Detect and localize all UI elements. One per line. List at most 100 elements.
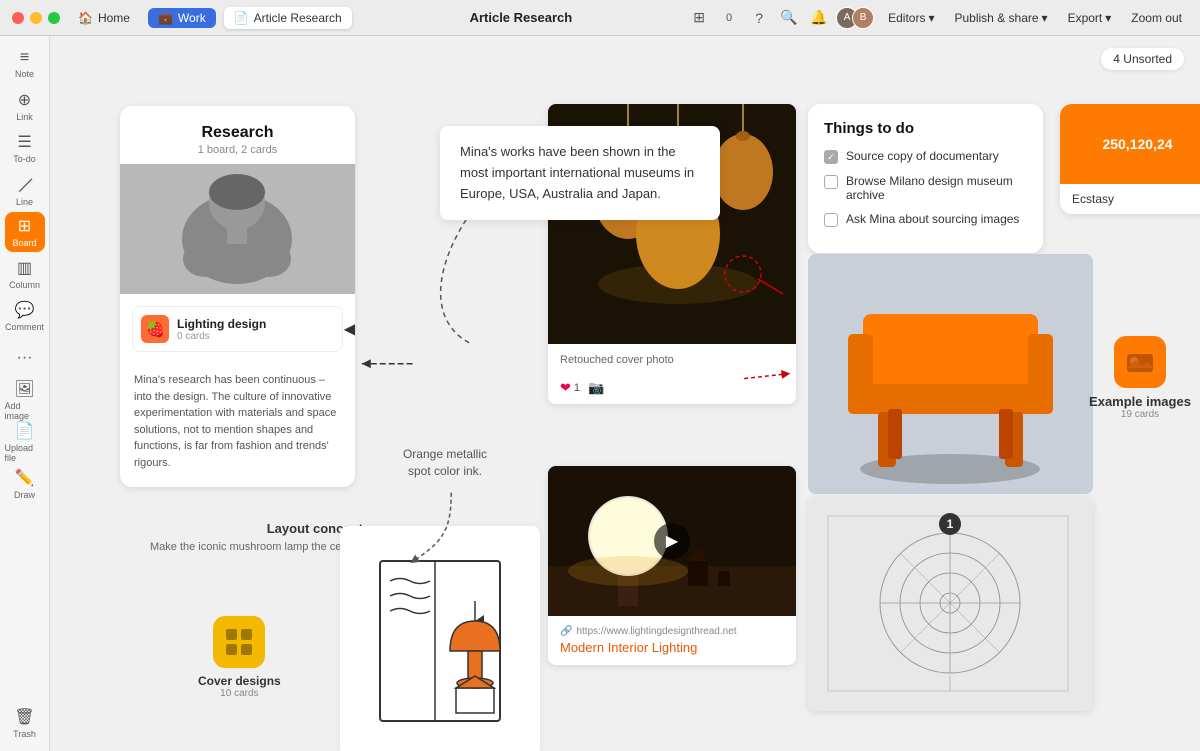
doc-icon: 📄: [234, 11, 249, 25]
cover-designs-card[interactable]: Cover designs 10 cards: [198, 616, 281, 699]
traffic-lights: [12, 12, 60, 24]
sidebar-label-link: Link: [16, 112, 33, 122]
heart-count: 1: [574, 382, 580, 394]
link-title: Modern Interior Lighting: [560, 640, 784, 655]
todo-item-3[interactable]: Ask Mina about sourcing images: [824, 212, 1027, 227]
cover-designs-sub: 10 cards: [198, 688, 281, 699]
camera-icon[interactable]: 📷: [588, 380, 604, 396]
todo-text-3: Ask Mina about sourcing images: [846, 212, 1019, 226]
svg-text:1: 1: [947, 517, 954, 531]
editors-button[interactable]: Editors ▾: [882, 8, 940, 28]
research-card-subtitle: 1 board, 2 cards: [136, 144, 339, 156]
nested-sub: 0 cards: [177, 331, 334, 342]
research-card-title: Research: [136, 124, 339, 142]
sidebar-item-more[interactable]: ···: [5, 338, 45, 378]
draw-icon: ✏️: [15, 468, 35, 488]
research-nested-card[interactable]: 🍓 Lighting design 0 cards ◀: [132, 306, 343, 352]
export-button[interactable]: Export ▾: [1062, 8, 1118, 28]
sidebar-item-line[interactable]: — Line: [5, 170, 45, 210]
heart-icon: ❤: [560, 380, 571, 396]
sidebar-item-board[interactable]: ⊞ Board: [5, 212, 45, 252]
tab-home[interactable]: 🏠 Home: [68, 7, 140, 29]
play-button[interactable]: ▶: [654, 523, 690, 559]
example-icon: [1114, 336, 1166, 388]
todo-item-2[interactable]: Browse Milano design museum archive: [824, 174, 1027, 202]
todo-text-2: Browse Milano design museum archive: [846, 174, 1027, 202]
titlebar-title-center: Article Research: [360, 10, 682, 25]
upload-icon: 📄: [15, 421, 35, 441]
person-photo: [120, 164, 355, 294]
app-body: ≡ Note ⊕ Link ☰ To-do — Line ⊞ Board ▥ C…: [0, 36, 1200, 751]
publish-share-button[interactable]: Publish & share ▾: [949, 8, 1054, 28]
todo-item-1[interactable]: Source copy of documentary: [824, 149, 1027, 164]
research-body-text: Mina's research has been continuous – in…: [120, 364, 355, 471]
minimize-button[interactable]: [30, 12, 42, 24]
search-icon[interactable]: 🔍: [780, 9, 798, 27]
blueprint-card[interactable]: 1: [808, 496, 1093, 711]
color-card[interactable]: 250,120,24 Ecstasy: [1060, 104, 1200, 214]
photo-reactions: ❤ 1 📷: [548, 376, 796, 404]
sidebar-item-trash[interactable]: 🗑 Trash: [5, 703, 45, 743]
sidebar-item-comment[interactable]: 💬 Comment: [5, 296, 45, 336]
checkbox-1[interactable]: [824, 150, 838, 164]
color-name: Ecstasy: [1060, 184, 1200, 214]
todo-icon: ☰: [17, 132, 31, 152]
zoom-out-button[interactable]: Zoom out: [1125, 8, 1188, 28]
lighting-icon: 🍓: [141, 315, 169, 343]
link-icon-small: 🔗: [560, 626, 572, 637]
tab-work-label: Work: [178, 11, 206, 25]
sidebar-label-line: Line: [16, 197, 33, 207]
help-icon[interactable]: ?: [750, 9, 768, 27]
maximize-button[interactable]: [48, 12, 60, 24]
video-thumbnail[interactable]: ▶: [548, 466, 796, 616]
sidebar-item-column[interactable]: ▥ Column: [5, 254, 45, 294]
heart-reaction[interactable]: ❤ 1: [560, 380, 580, 396]
notification-count: 0: [720, 9, 738, 27]
link-icon: ⊕: [18, 90, 31, 110]
chevron-down-icon-3: ▾: [1105, 11, 1111, 25]
close-button[interactable]: [12, 12, 24, 24]
photo-card-bottom[interactable]: ▶ 🔗 https://www.lightingdesignthread.net…: [548, 466, 796, 665]
sketch-drawing: [360, 546, 520, 736]
todo-card[interactable]: Things to do Source copy of documentary …: [808, 104, 1043, 253]
link-url: 🔗 https://www.lightingdesignthread.net: [560, 626, 784, 637]
todo-text-1: Source copy of documentary: [846, 149, 999, 163]
nested-arrow: ◀: [344, 319, 355, 339]
checkbox-2[interactable]: [824, 175, 838, 189]
sketch-card[interactable]: [340, 526, 540, 751]
bell-icon[interactable]: 🔔: [810, 9, 828, 27]
research-card[interactable]: Research 1 board, 2 cards: [120, 106, 355, 487]
sidebar-item-add-image[interactable]: 🖼 Add image: [5, 380, 45, 420]
sidebar-item-todo[interactable]: ☰ To-do: [5, 128, 45, 168]
chevron-down-icon-2: ▾: [1042, 11, 1048, 25]
canvas[interactable]: 4 Unsorted: [50, 36, 1200, 751]
sidebar-label-column: Column: [9, 280, 40, 290]
orange-metallic-label: Orange metallic spot color ink.: [390, 446, 500, 480]
sidebar-item-link[interactable]: ⊕ Link: [5, 86, 45, 126]
column-icon: ▥: [17, 258, 32, 278]
cover-designs-title: Cover designs: [198, 674, 281, 688]
sidebar-label-comment: Comment: [5, 322, 44, 332]
avatar-group: A B: [836, 7, 874, 29]
chair-card: [808, 254, 1093, 494]
tab-home-label: Home: [98, 11, 130, 25]
text-bubble: Mina's works have been shown in the most…: [440, 126, 720, 220]
tab-work[interactable]: 💼 Work: [148, 8, 216, 28]
sidebar-item-upload-file[interactable]: 📄 Upload file: [5, 422, 45, 462]
nested-title: Lighting design: [177, 317, 334, 331]
sidebar-label-upload: Upload file: [5, 443, 45, 463]
sidebar-item-draw[interactable]: ✏️ Draw: [5, 464, 45, 504]
sidebar-label-board: Board: [12, 238, 36, 248]
todo-title: Things to do: [824, 120, 1027, 137]
sidebar-item-note[interactable]: ≡ Note: [5, 44, 45, 84]
checkbox-3[interactable]: [824, 213, 838, 227]
tab-article-research[interactable]: 📄 Article Research: [224, 7, 352, 29]
research-card-header: Research 1 board, 2 cards: [120, 106, 355, 164]
example-images-card[interactable]: Example images 19 cards: [1060, 336, 1200, 420]
line-icon: —: [11, 170, 39, 198]
cover-icon: [213, 616, 265, 668]
link-preview: 🔗 https://www.lightingdesignthread.net M…: [548, 616, 796, 665]
grid-icon[interactable]: ⊞: [690, 9, 708, 27]
tab-article-label: Article Research: [254, 11, 342, 25]
note-icon: ≡: [20, 49, 29, 67]
